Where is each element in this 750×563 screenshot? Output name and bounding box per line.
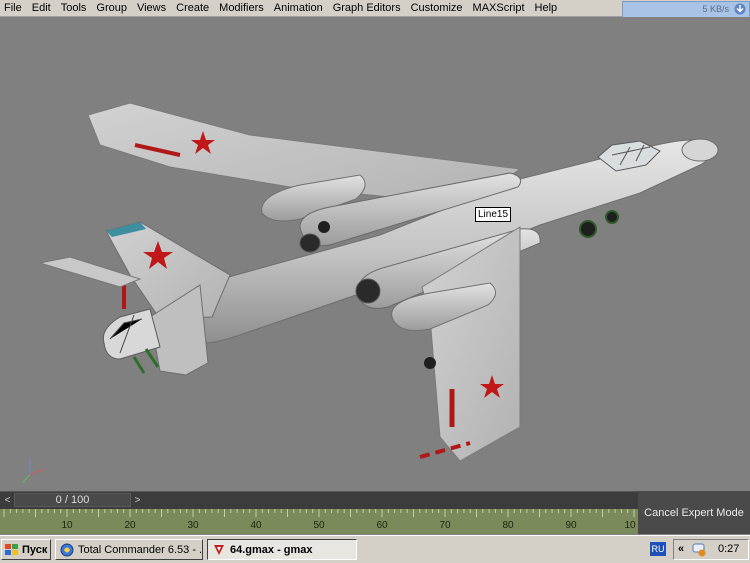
menu-file[interactable]: File: [0, 0, 27, 16]
track-bar[interactable]: 10 20 30 40 50 60 70 80 90 10: [0, 509, 638, 534]
taskbar-item-label: Total Commander 6.53 - ...: [78, 543, 203, 556]
track-tick-label: 60: [376, 520, 388, 531]
cancel-expert-mode-button[interactable]: Cancel Expert Mode: [638, 491, 750, 534]
download-arrow-icon: [734, 3, 746, 15]
windows-logo-icon: [5, 543, 18, 555]
clock: 0:27: [718, 543, 740, 555]
aircraft-model[interactable]: [0, 17, 750, 491]
start-label: Пуск: [22, 543, 48, 556]
tail-cabin: [102, 308, 161, 360]
axis-gizmo: [21, 459, 45, 484]
menu-views[interactable]: Views: [132, 0, 171, 16]
menu-customize[interactable]: Customize: [406, 0, 468, 16]
taskbar-total-commander[interactable]: Total Commander 6.53 - ...: [55, 539, 203, 560]
time-prev-button[interactable]: <: [1, 494, 14, 507]
cancel-expert-mode-label: Cancel Expert Mode: [644, 506, 744, 519]
menu-maxscript[interactable]: MAXScript: [468, 0, 530, 16]
time-next-button[interactable]: >: [131, 494, 144, 507]
track-tick-label: 10: [61, 520, 73, 531]
network-speed-text: 5 KB/s: [702, 4, 729, 14]
tray-expand-icon[interactable]: «: [678, 543, 684, 555]
total-commander-icon: [60, 543, 74, 556]
language-indicator[interactable]: RU: [650, 542, 666, 556]
main-gear-wheel: [579, 220, 597, 238]
object-name-tooltip: Line15: [475, 207, 512, 222]
track-tick-label: 90: [565, 520, 577, 531]
menu-graph-editors[interactable]: Graph Editors: [328, 0, 406, 16]
menu-tools[interactable]: Tools: [56, 0, 92, 16]
menu-animation[interactable]: Animation: [269, 0, 328, 16]
gmax-icon: [214, 544, 224, 555]
track-tick-label: 40: [250, 520, 262, 531]
engine-exhaust: [355, 278, 381, 304]
nose-cone: [681, 138, 719, 162]
menu-group[interactable]: Group: [91, 0, 132, 16]
taskbar-gmax[interactable]: 64.gmax - gmax: [207, 539, 357, 560]
perspective-viewport[interactable]: Line15: [0, 17, 750, 491]
track-tick-label: 30: [187, 520, 199, 531]
menu-help[interactable]: Help: [530, 0, 563, 16]
system-tray: « 0:27: [673, 539, 749, 560]
track-bar-labels: 10 20 30 40 50 60 70 80 90 10: [0, 520, 638, 534]
frame-counter: 0 / 100: [55, 494, 90, 506]
network-tray-icon[interactable]: [691, 542, 707, 557]
track-tick-label: 20: [124, 520, 136, 531]
track-tick-label: 50: [313, 520, 325, 531]
taskbar-item-label: 64.gmax - gmax: [230, 543, 313, 556]
start-button[interactable]: Пуск: [1, 539, 51, 560]
time-slider-thumb[interactable]: 0 / 100: [14, 493, 131, 507]
menu-modifiers[interactable]: Modifiers: [214, 0, 269, 16]
time-slider[interactable]: < 0 / 100 >: [0, 491, 638, 509]
track-tick-label: 80: [502, 520, 514, 531]
menu-edit[interactable]: Edit: [27, 0, 56, 16]
track-tick-label: 70: [439, 520, 451, 531]
windows-taskbar: Пуск Total Commander 6.53 - ... 64.gmax …: [0, 535, 750, 563]
track-tick-label: 10: [624, 520, 636, 531]
menu-create[interactable]: Create: [171, 0, 214, 16]
